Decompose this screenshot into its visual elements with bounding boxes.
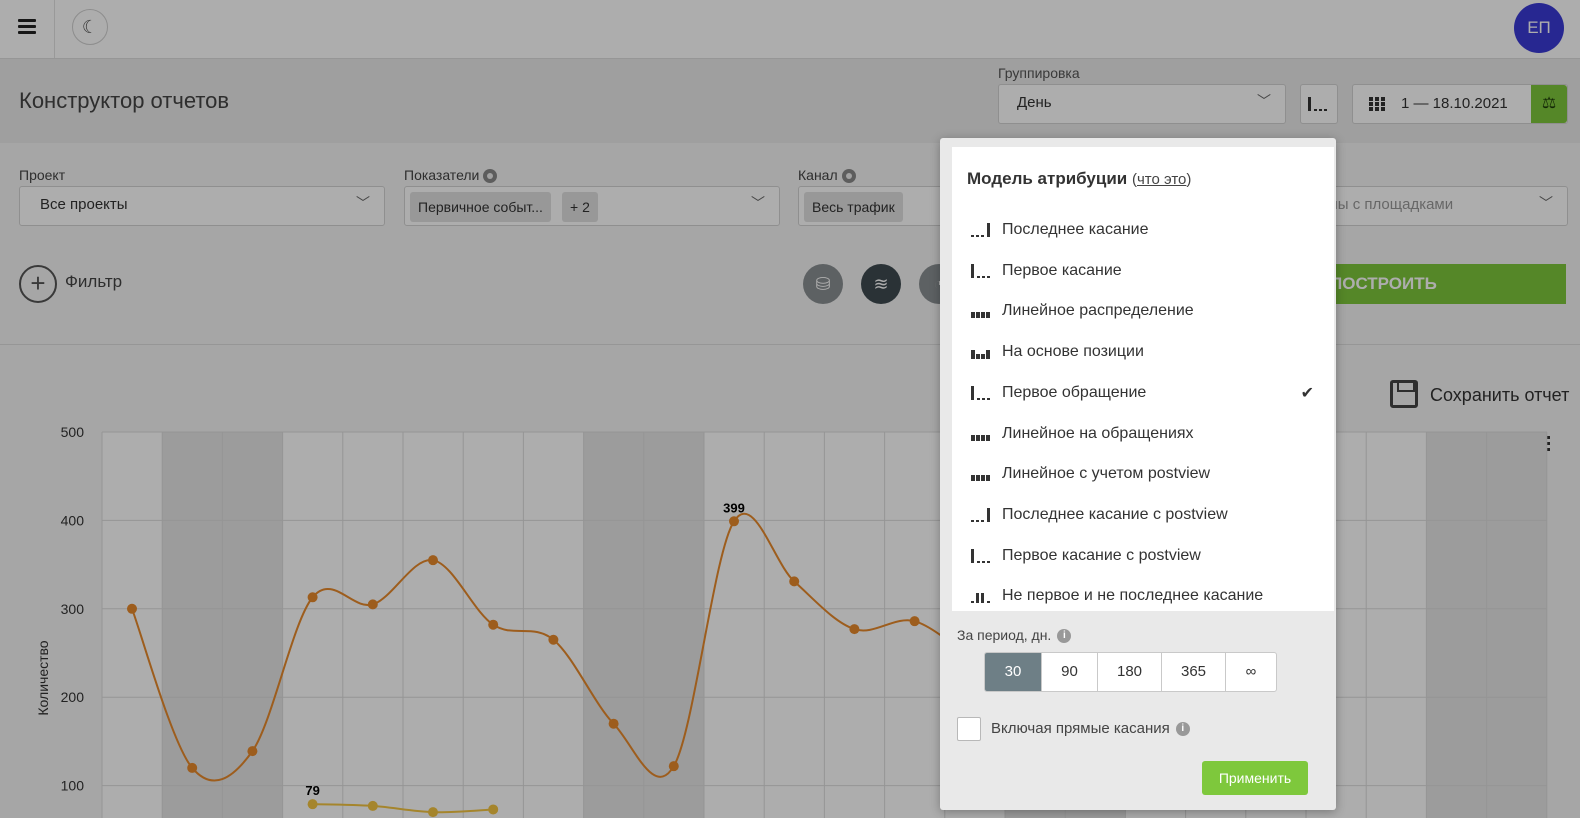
- attribution-option[interactable]: Линейное распределение: [952, 290, 1334, 330]
- attribution-popup: Модель атрибуции (что это) Последнее кас…: [940, 138, 1336, 810]
- attribution-option-label: Первое касание с postview: [1002, 546, 1201, 564]
- position-based-icon: [971, 345, 993, 360]
- what-is-this-link[interactable]: что это: [1137, 171, 1186, 188]
- direct-touch-label: Включая прямые касания i: [991, 720, 1190, 737]
- modal-overlay[interactable]: [0, 0, 1580, 818]
- position-based-icon: [971, 350, 990, 360]
- apply-button[interactable]: Применить: [1202, 761, 1308, 795]
- middle-touch-icon: [971, 589, 993, 604]
- linear-icon: [971, 467, 993, 482]
- direct-touch-label-text: Включая прямые касания: [991, 720, 1170, 737]
- period-option-90[interactable]: 90: [1042, 653, 1098, 691]
- attribution-option-label: Первое касание: [1002, 261, 1122, 279]
- checkmark-icon: ✔: [1300, 384, 1314, 402]
- attribution-title: Модель атрибуции (что это): [967, 169, 1192, 188]
- first-touch-icon: [971, 548, 990, 563]
- attribution-option-label: Первое обращение: [1002, 383, 1147, 401]
- last-touch-icon: [971, 223, 993, 237]
- attribution-option[interactable]: Первое касание с postview: [952, 535, 1334, 575]
- attribution-option-label: Линейное на обращениях: [1002, 424, 1194, 442]
- linear-icon: [971, 434, 990, 441]
- attribution-option-label: Линейное с учетом postview: [1002, 465, 1211, 483]
- attribution-option-label: Линейное распределение: [1002, 302, 1194, 320]
- last-touch-icon: [971, 507, 990, 522]
- period-option-180[interactable]: 180: [1098, 653, 1162, 691]
- attribution-option[interactable]: Первое обращение ✔: [952, 372, 1334, 412]
- attribution-option-label: На основе позиции: [1002, 343, 1144, 361]
- period-label: За период, дн. i: [957, 627, 1072, 644]
- last-touch-icon: [971, 223, 990, 237]
- period-label-text: За период, дн.: [957, 627, 1052, 643]
- first-touch-icon: [971, 548, 993, 563]
- attribution-option[interactable]: Линейное на обращениях: [952, 413, 1334, 453]
- last-touch-icon: [971, 507, 993, 522]
- linear-icon: [971, 312, 990, 319]
- first-touch-icon: [971, 385, 993, 400]
- period-option-30[interactable]: 30: [985, 653, 1042, 691]
- first-touch-icon: [971, 263, 990, 278]
- direct-touch-checkbox[interactable]: [957, 717, 981, 741]
- attribution-option[interactable]: Линейное с учетом postview: [952, 453, 1334, 493]
- attribution-option-label: Не первое и не последнее касание: [1002, 587, 1264, 605]
- first-touch-icon: [971, 385, 990, 400]
- attribution-option[interactable]: Последнее касание с postview: [952, 494, 1334, 534]
- attribution-option[interactable]: Последнее касание: [952, 209, 1334, 249]
- attribution-list-panel: Модель атрибуции (что это) Последнее кас…: [952, 147, 1334, 611]
- linear-icon: [971, 304, 993, 319]
- period-selector: 30 90 180 365 ∞: [984, 652, 1277, 692]
- attribution-option[interactable]: Первое касание: [952, 250, 1334, 290]
- attribution-option-label: Последнее касание: [1002, 221, 1149, 238]
- period-option-365[interactable]: 365: [1162, 653, 1226, 691]
- linear-icon: [971, 427, 993, 441]
- info-icon[interactable]: i: [1057, 629, 1072, 644]
- info-icon[interactable]: i: [1175, 722, 1190, 737]
- attribution-option-label: Последнее касание с postview: [1002, 505, 1228, 523]
- first-touch-icon: [971, 263, 993, 278]
- attribution-option[interactable]: Не первое и не последнее касание: [952, 575, 1334, 615]
- linear-icon: [971, 475, 990, 482]
- middle-touch-icon: [971, 593, 990, 604]
- attribution-title-text: Модель атрибуции: [967, 169, 1128, 188]
- attribution-option[interactable]: На основе позиции: [952, 331, 1334, 371]
- period-option-all[interactable]: ∞: [1226, 653, 1276, 691]
